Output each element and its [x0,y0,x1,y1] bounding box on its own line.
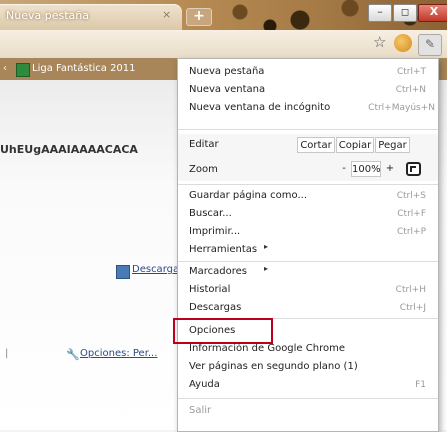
minimize-button[interactable]: – [368,4,392,22]
options-wrench-icon: 🔧 [66,348,80,361]
menu-item-guardar[interactable]: Guardar página como... [189,190,307,201]
edit-row: Editar Cortar Copiar Pegar [178,134,438,157]
menu-item-zoom: Zoom [189,164,218,175]
menu-item-informacion[interactable]: Información de Google Chrome [189,343,345,354]
menu-item-historial[interactable]: Historial [189,284,230,295]
spreadsheet-icon [16,63,30,77]
chrome-wrench-menu: Nueva pestaña Ctrl+T Nueva ventana Ctrl+… [173,58,439,432]
menu-separator [178,129,438,130]
bookmarks-overflow-icon[interactable]: ‹ [3,63,7,74]
shortcut-buscar: Ctrl+F [397,209,426,219]
menu-item-segundo-plano[interactable]: Ver páginas en segundo plano (1) [189,361,358,372]
zoom-level: 100% [351,161,381,177]
options-link[interactable]: Opciones: Per... [80,348,157,359]
menu-item-descargas[interactable]: Descargas [189,302,241,313]
tab-title: Nueva pestaña [6,9,89,22]
new-tab-button[interactable]: + [186,8,212,26]
shortcut-historial: Ctrl+H [395,285,426,295]
menu-separator [178,184,438,185]
menu-item-imprimir[interactable]: Imprimir... [189,226,240,237]
opciones-highlight [173,318,273,344]
tab-nueva-pestana[interactable]: Nueva pestaña × [0,4,182,30]
menu-item-nueva-ventana[interactable]: Nueva ventana [189,84,265,95]
shortcut-incognito: Ctrl+Mayús+N [368,103,435,113]
menu-item-marcadores[interactable]: Marcadores [189,266,247,277]
zoom-out-button[interactable]: - [337,161,351,177]
shortcut-descargas: Ctrl+J [399,303,426,313]
menu-item-incognito[interactable]: Nueva ventana de incógnito [189,102,330,113]
fullscreen-icon[interactable] [406,162,421,176]
shortcut-nueva-ventana: Ctrl+N [395,85,426,95]
bookmark-star-icon[interactable]: ☆ [373,33,386,51]
menu-item-salir[interactable]: Salir [189,405,211,416]
maximize-button[interactable]: ◻ [393,4,417,22]
menu-separator [178,261,438,262]
menu-item-herramientas[interactable]: Herramientas [189,244,257,255]
tab-close-icon[interactable]: × [162,8,171,21]
copy-button[interactable]: Copiar [336,137,374,153]
title-bar: Nueva pestaña × + – ◻ X [0,0,447,30]
zoom-row: Zoom - 100% + [178,157,438,181]
submenu-arrow-icon: ▸ [264,242,269,251]
menu-item-buscar[interactable]: Buscar... [189,208,232,219]
menu-item-nueva-pestana[interactable]: Nueva pestaña [189,66,264,77]
zoom-in-button[interactable]: + [383,161,397,177]
shortcut-imprimir: Ctrl+P [397,227,426,237]
page-separator: | [5,348,9,359]
shortcut-nueva-pestana: Ctrl+T [396,67,426,77]
wrench-menu-icon[interactable]: ✎ [418,34,442,56]
cut-button[interactable]: Cortar [297,137,335,153]
submenu-arrow-icon: ▸ [264,264,269,273]
menu-item-editar: Editar [189,139,219,150]
paste-button[interactable]: Pegar [375,137,410,153]
menu-item-ayuda[interactable]: Ayuda [189,379,220,390]
bookmark-liga-fantastica[interactable]: Liga Fantástica 2011 [32,63,136,74]
close-window-button[interactable]: X [418,4,447,22]
page-code-text: UhEUgAAAIAAAACACA [0,143,138,156]
shortcut-ayuda: F1 [415,380,426,390]
shortcut-guardar: Ctrl+S [396,191,426,201]
menu-separator [178,398,438,399]
extension-icon[interactable] [394,34,412,52]
download-icon [116,265,130,279]
